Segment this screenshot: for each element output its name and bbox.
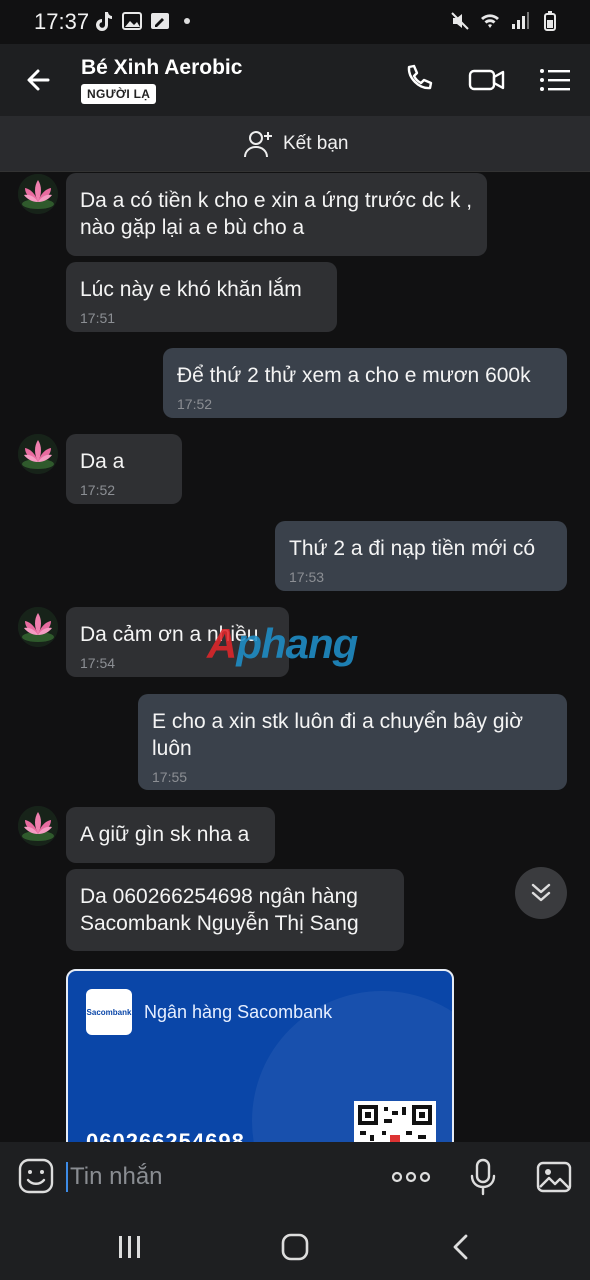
menu-list-icon[interactable] <box>536 62 574 98</box>
gallery-notification-icon <box>122 12 142 30</box>
message-time: 17:55 <box>152 769 188 785</box>
account-number: 060266254698 <box>86 1129 245 1142</box>
more-options-icon[interactable] <box>390 1162 432 1192</box>
message-bubble[interactable]: Lúc này e khó khăn lắm 17:51 <box>66 262 337 332</box>
stranger-badge: NGƯỜI LẠ <box>81 84 157 104</box>
message-text: Da a <box>80 450 125 473</box>
recent-apps-icon[interactable] <box>114 1232 146 1262</box>
message-text: E cho a xin stk luôn đi a chuyển bây giờ… <box>152 710 523 760</box>
lotus-avatar-icon <box>18 806 58 846</box>
message-bubble[interactable]: E cho a xin stk luôn đi a chuyển bây giờ… <box>138 694 567 790</box>
message-text: Da 060266254698 ngân hàng Sacombank Nguy… <box>80 885 359 935</box>
status-bar: 17:37 <box>0 0 590 44</box>
message-text: Da a có tiền k cho e xin a ứng trước dc … <box>80 189 473 239</box>
message-time: 17:51 <box>80 310 116 326</box>
add-friend-label: Kết bạn <box>283 133 349 154</box>
message-bubble[interactable]: Để thứ 2 thử xem a cho e mươn 600k 17:52 <box>163 348 567 418</box>
back-arrow-icon[interactable] <box>20 62 58 98</box>
message-bubble[interactable]: Da a có tiền k cho e xin a ứng trước dc … <box>66 173 487 256</box>
message-text: A giữ gìn sk nha a <box>80 823 250 846</box>
more-notifications-dot <box>184 18 190 24</box>
status-time: 17:37 <box>34 9 90 34</box>
message-list[interactable]: Da a có tiền k cho e xin a ứng trước dc … <box>0 172 590 1142</box>
phone-call-icon[interactable] <box>400 62 438 98</box>
add-friend-bar: Kết bạn <box>0 116 590 172</box>
message-bubble[interactable]: Da 060266254698 ngân hàng Sacombank Nguy… <box>66 869 404 951</box>
video-call-icon[interactable] <box>468 62 506 98</box>
add-user-icon <box>244 131 272 158</box>
sacombank-logo: Sacombank <box>86 989 132 1035</box>
bank-card-image[interactable]: Sacombank Ngân hàng Sacombank 0602662546… <box>66 969 454 1142</box>
home-icon[interactable] <box>279 1232 311 1262</box>
message-time: 17:52 <box>80 482 116 498</box>
qr-code <box>354 1101 436 1142</box>
bank-name: Ngân hàng Sacombank <box>144 1002 333 1022</box>
lotus-avatar-icon <box>18 434 58 474</box>
battery-icon <box>544 11 556 31</box>
message-text: Thứ 2 a đi nạp tiền mới có <box>289 537 536 560</box>
emoji-sticker-icon[interactable] <box>18 1158 54 1194</box>
image-picker-icon[interactable] <box>536 1160 572 1194</box>
message-text: Để thứ 2 thử xem a cho e mươn 600k <box>177 364 531 387</box>
contact-avatar[interactable] <box>18 607 58 647</box>
lotus-avatar-icon <box>18 174 58 214</box>
message-time: 17:52 <box>177 396 213 412</box>
tiktok-icon <box>96 12 112 31</box>
double-chevron-down-icon <box>531 883 551 902</box>
scroll-to-bottom-button[interactable] <box>515 867 567 919</box>
back-icon[interactable] <box>446 1232 478 1262</box>
signal-icon <box>512 12 529 29</box>
add-friend-button[interactable]: Kết bạn <box>243 128 349 160</box>
message-composer <box>0 1142 590 1214</box>
message-bubble[interactable]: Da a 17:52 <box>66 434 182 504</box>
qr-code-icon <box>358 1105 432 1142</box>
system-navigation-bar <box>0 1214 590 1280</box>
message-bubble[interactable]: Thứ 2 a đi nạp tiền mới có 17:53 <box>275 521 567 591</box>
lotus-avatar-icon <box>18 607 58 647</box>
edit-notification-icon <box>151 13 169 29</box>
mute-icon <box>451 12 469 30</box>
wifi-icon <box>481 14 499 28</box>
message-time: 17:53 <box>289 569 325 585</box>
text-cursor <box>66 1162 68 1192</box>
watermark-logo: Aphang <box>207 620 358 667</box>
contact-name[interactable]: Bé Xinh Aerobic <box>81 56 242 80</box>
contact-avatar[interactable] <box>18 806 58 846</box>
contact-avatar[interactable] <box>18 434 58 474</box>
message-input[interactable] <box>70 1160 370 1194</box>
microphone-icon[interactable] <box>468 1158 498 1196</box>
chat-header: Bé Xinh Aerobic NGƯỜI LẠ <box>0 44 590 116</box>
message-text: Lúc này e khó khăn lắm <box>80 278 302 301</box>
contact-avatar[interactable] <box>18 174 58 214</box>
message-bubble[interactable]: A giữ gìn sk nha a <box>66 807 275 863</box>
